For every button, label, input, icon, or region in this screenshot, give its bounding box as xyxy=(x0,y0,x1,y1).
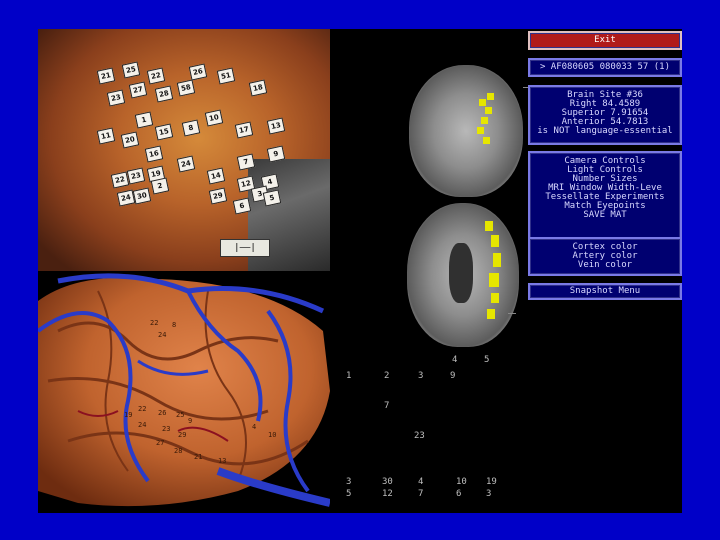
activation-marker xyxy=(487,93,494,100)
controls-menu: Camera Controls Light Controls Number Si… xyxy=(528,151,682,243)
electrode-tag: 58 xyxy=(176,79,196,97)
electrode-tag: 26 xyxy=(188,63,208,81)
channel-number: 23 xyxy=(414,431,425,441)
electrode-tag: 24 xyxy=(116,189,136,207)
brain-site-label[interactable]: 22 xyxy=(150,319,158,327)
electrode-tag: 13 xyxy=(266,117,286,135)
channel-number: 3 xyxy=(418,371,424,381)
electrode-tag: 14 xyxy=(206,167,226,185)
ventricle xyxy=(449,243,473,303)
channel-number: 6 xyxy=(456,489,462,499)
brain-site-label[interactable]: 24 xyxy=(138,421,146,429)
channel-number: 3 xyxy=(486,489,492,499)
brain-site-label[interactable]: 23 xyxy=(162,425,170,433)
brain-site-label[interactable]: 13 xyxy=(218,457,226,465)
electrode-tag: 16 xyxy=(144,145,164,163)
electrode-tag: 2 xyxy=(150,177,170,195)
brain-site-label[interactable]: 4 xyxy=(252,423,256,431)
menu-item-vein-color[interactable]: Vein color xyxy=(530,261,680,270)
activation-marker xyxy=(489,273,499,287)
channel-number: 5 xyxy=(346,489,352,499)
brain-site-label[interactable]: 29 xyxy=(178,431,186,439)
channel-number: 30 xyxy=(382,477,393,487)
mri-coronal-slice[interactable] xyxy=(409,65,523,197)
electrode-tag: 28 xyxy=(154,85,174,103)
channel-number: 4 xyxy=(418,477,424,487)
electrode-tag: 18 xyxy=(248,79,268,97)
electrode-tag: 21 xyxy=(96,67,116,85)
brain-site-label[interactable]: 27 xyxy=(156,439,164,447)
activation-marker xyxy=(487,309,495,319)
cortex-3d-render[interactable]: 22 8 24 19 22 26 25 9 24 23 29 27 28 21 … xyxy=(38,271,330,513)
channel-number: 10 xyxy=(456,477,467,487)
activation-marker xyxy=(493,253,501,267)
color-menu: Cortex color Artery color Vein color xyxy=(528,237,682,276)
electrode-tag: 23 xyxy=(106,89,126,107)
electrode-tag: 15 xyxy=(154,123,174,141)
channel-number: 2 xyxy=(384,371,390,381)
snapshot-menu-button[interactable]: Snapshot Menu xyxy=(528,283,682,300)
channel-number: 3 xyxy=(346,477,352,487)
brain-site-label[interactable]: 10 xyxy=(268,431,276,439)
brain-site-label[interactable]: 22 xyxy=(138,405,146,413)
brain-site-label[interactable]: 28 xyxy=(174,447,182,455)
activation-marker xyxy=(483,137,490,144)
brain-site-label[interactable]: 24 xyxy=(158,331,166,339)
electrode-tag: 27 xyxy=(128,81,148,99)
electrode-tag: 11 xyxy=(96,127,116,145)
brain-site-label[interactable]: 19 xyxy=(124,411,132,419)
activation-marker xyxy=(485,221,493,231)
activation-marker xyxy=(491,235,499,247)
brain-site-label[interactable]: 9 xyxy=(188,417,192,425)
channel-number: 19 xyxy=(486,477,497,487)
visualization-window: 21 25 22 26 51 23 27 28 58 18 15 1 8 10 … xyxy=(38,29,682,513)
callout-line xyxy=(508,313,516,314)
electrode-tag: 22 xyxy=(146,67,166,85)
channel-number: 4 xyxy=(452,355,458,365)
dataset-selector[interactable]: > AF080605 080033 57 (1) xyxy=(528,58,682,77)
electrode-tag: 29 xyxy=(208,187,228,205)
menu-item-save-mat[interactable]: SAVE MAT xyxy=(530,211,680,220)
channel-number: 7 xyxy=(418,489,424,499)
channel-number: 5 xyxy=(484,355,490,365)
activation-marker xyxy=(481,117,488,124)
electrode-tag: 17 xyxy=(234,121,254,139)
activation-marker xyxy=(491,293,499,303)
channel-number: 1 xyxy=(346,371,352,381)
electrode-tag: 23 xyxy=(126,167,146,185)
electrode-tag: 1 xyxy=(134,111,154,129)
brain-site-label[interactable]: 26 xyxy=(158,409,166,417)
electrode-tag: 10 xyxy=(204,109,224,127)
brain-site-label[interactable]: 21 xyxy=(194,453,202,461)
brain-site-label[interactable]: 25 xyxy=(176,411,184,419)
electrode-tag: 30 xyxy=(132,187,152,205)
channel-number: 7 xyxy=(384,401,390,411)
brain-site-label[interactable]: 8 xyxy=(172,321,176,329)
electrode-tag: 20 xyxy=(120,131,140,149)
electrode-tag: 25 xyxy=(121,61,141,79)
channel-number: 12 xyxy=(382,489,393,499)
exit-button[interactable]: Exit xyxy=(528,31,682,50)
mri-axial-slice[interactable] xyxy=(407,203,519,347)
intraoperative-photo: 21 25 22 26 51 23 27 28 58 18 15 1 8 10 … xyxy=(38,29,330,271)
electrode-tag: 51 xyxy=(216,67,236,85)
activation-marker xyxy=(485,107,492,114)
cortex-surface xyxy=(38,273,330,507)
electrode-tag: 24 xyxy=(176,155,196,173)
channel-number: 9 xyxy=(450,371,456,381)
activation-marker xyxy=(479,99,486,106)
language-status: is NOT language-essential xyxy=(537,126,673,136)
electrode-tag: 8 xyxy=(181,119,201,137)
site-info-panel: Brain Site #36 Right 84.4589 Superior 7.… xyxy=(528,85,682,145)
activation-marker xyxy=(477,127,484,134)
ruler-marker: |——| xyxy=(220,239,270,257)
